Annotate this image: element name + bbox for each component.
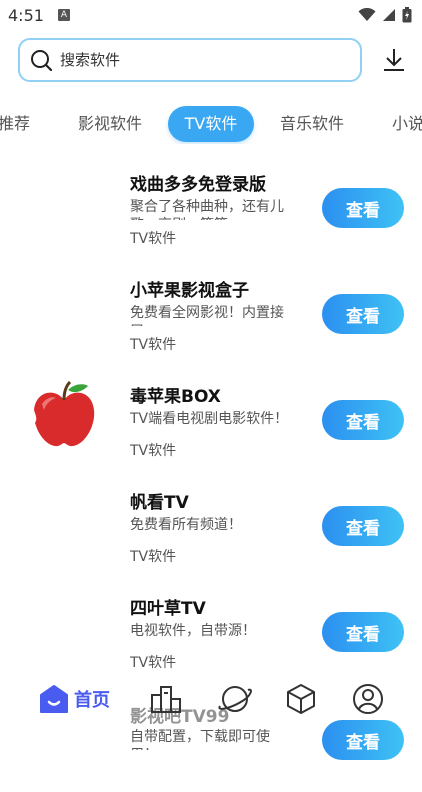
category-tabs: 推荐 影视软件 TV软件 音乐软件 小说	[0, 106, 422, 144]
item-description: 自带配置，下载即可使用！	[130, 729, 270, 750]
planet-icon	[218, 686, 252, 712]
search-row	[18, 38, 412, 84]
list-item[interactable]: 小苹果影视盒子 免费看全网影视！内置接口。 TV软件 查看	[0, 266, 422, 366]
view-button[interactable]: 查看	[322, 400, 404, 440]
item-title: 四叶草TV	[130, 599, 206, 619]
item-description: 免费看所有频道！	[130, 517, 242, 533]
search-box[interactable]	[18, 38, 362, 82]
item-description: TV端看电视剧电影软件！	[130, 411, 289, 427]
status-left: 4:51 A	[8, 6, 70, 25]
tab-recommend[interactable]: 推荐	[0, 106, 42, 142]
profile-icon	[353, 684, 383, 714]
item-category: TV软件	[130, 549, 177, 565]
item-category: TV软件	[130, 337, 177, 353]
list-item[interactable]: 四叶草TV 电视软件，自带源！ TV软件 查看	[0, 584, 422, 684]
nav-box[interactable]	[285, 676, 317, 722]
view-button[interactable]: 查看	[322, 506, 404, 546]
wifi-icon	[358, 8, 376, 21]
home-icon	[40, 685, 68, 713]
list-item[interactable]: 毒苹果BOX TV端看电视剧电影软件！ TV软件 查看	[0, 372, 422, 472]
download-icon	[384, 49, 404, 71]
list-item[interactable]: 戏曲多多免登录版 聚合了各种曲种，还有儿歌、京剧、等等。 TV软件 查看	[0, 160, 422, 260]
notification-icon: A	[57, 9, 70, 21]
tab-movies[interactable]: 影视软件	[68, 106, 152, 142]
tab-tv[interactable]: TV软件	[168, 106, 254, 142]
item-title: 帆看TV	[130, 493, 189, 513]
rank-icon	[151, 686, 181, 713]
item-title: 毒苹果BOX	[130, 387, 221, 407]
bottom-nav: 首页	[0, 676, 422, 722]
item-description: 电视软件，自带源！	[130, 623, 256, 639]
item-category: TV软件	[130, 231, 177, 247]
red-apple-icon	[32, 380, 95, 447]
view-button[interactable]: 查看	[322, 188, 404, 228]
nav-profile[interactable]	[352, 676, 384, 722]
nav-discover[interactable]	[218, 676, 252, 722]
status-right	[358, 7, 412, 23]
nav-home[interactable]: 首页	[40, 676, 110, 722]
view-button[interactable]: 查看	[322, 720, 404, 760]
search-input[interactable]	[58, 50, 312, 70]
item-category: TV软件	[130, 655, 177, 671]
view-button[interactable]: 查看	[322, 612, 404, 652]
tab-music[interactable]: 音乐软件	[270, 106, 354, 142]
view-button[interactable]: 查看	[322, 294, 404, 334]
item-description: 聚合了各种曲种，还有儿歌、京剧、等等。	[130, 199, 284, 220]
battery-icon	[402, 7, 412, 23]
status-bar: 4:51 A	[0, 0, 422, 30]
item-title: 戏曲多多免登录版	[130, 175, 266, 195]
cube-icon	[287, 684, 315, 714]
signal-icon	[383, 9, 395, 21]
download-button[interactable]	[380, 46, 408, 74]
search-icon	[31, 50, 52, 71]
item-description: 免费看全网影视！内置接口。	[130, 305, 284, 326]
item-category: TV软件	[130, 443, 177, 459]
status-time: 4:51	[8, 5, 44, 25]
list-item[interactable]: 帆看TV 免费看所有频道！ TV软件 查看	[0, 478, 422, 578]
nav-home-label: 首页	[74, 690, 110, 711]
nav-rank[interactable]	[150, 676, 182, 722]
item-title: 小苹果影视盒子	[130, 281, 249, 301]
tab-novels[interactable]: 小说	[380, 106, 422, 142]
